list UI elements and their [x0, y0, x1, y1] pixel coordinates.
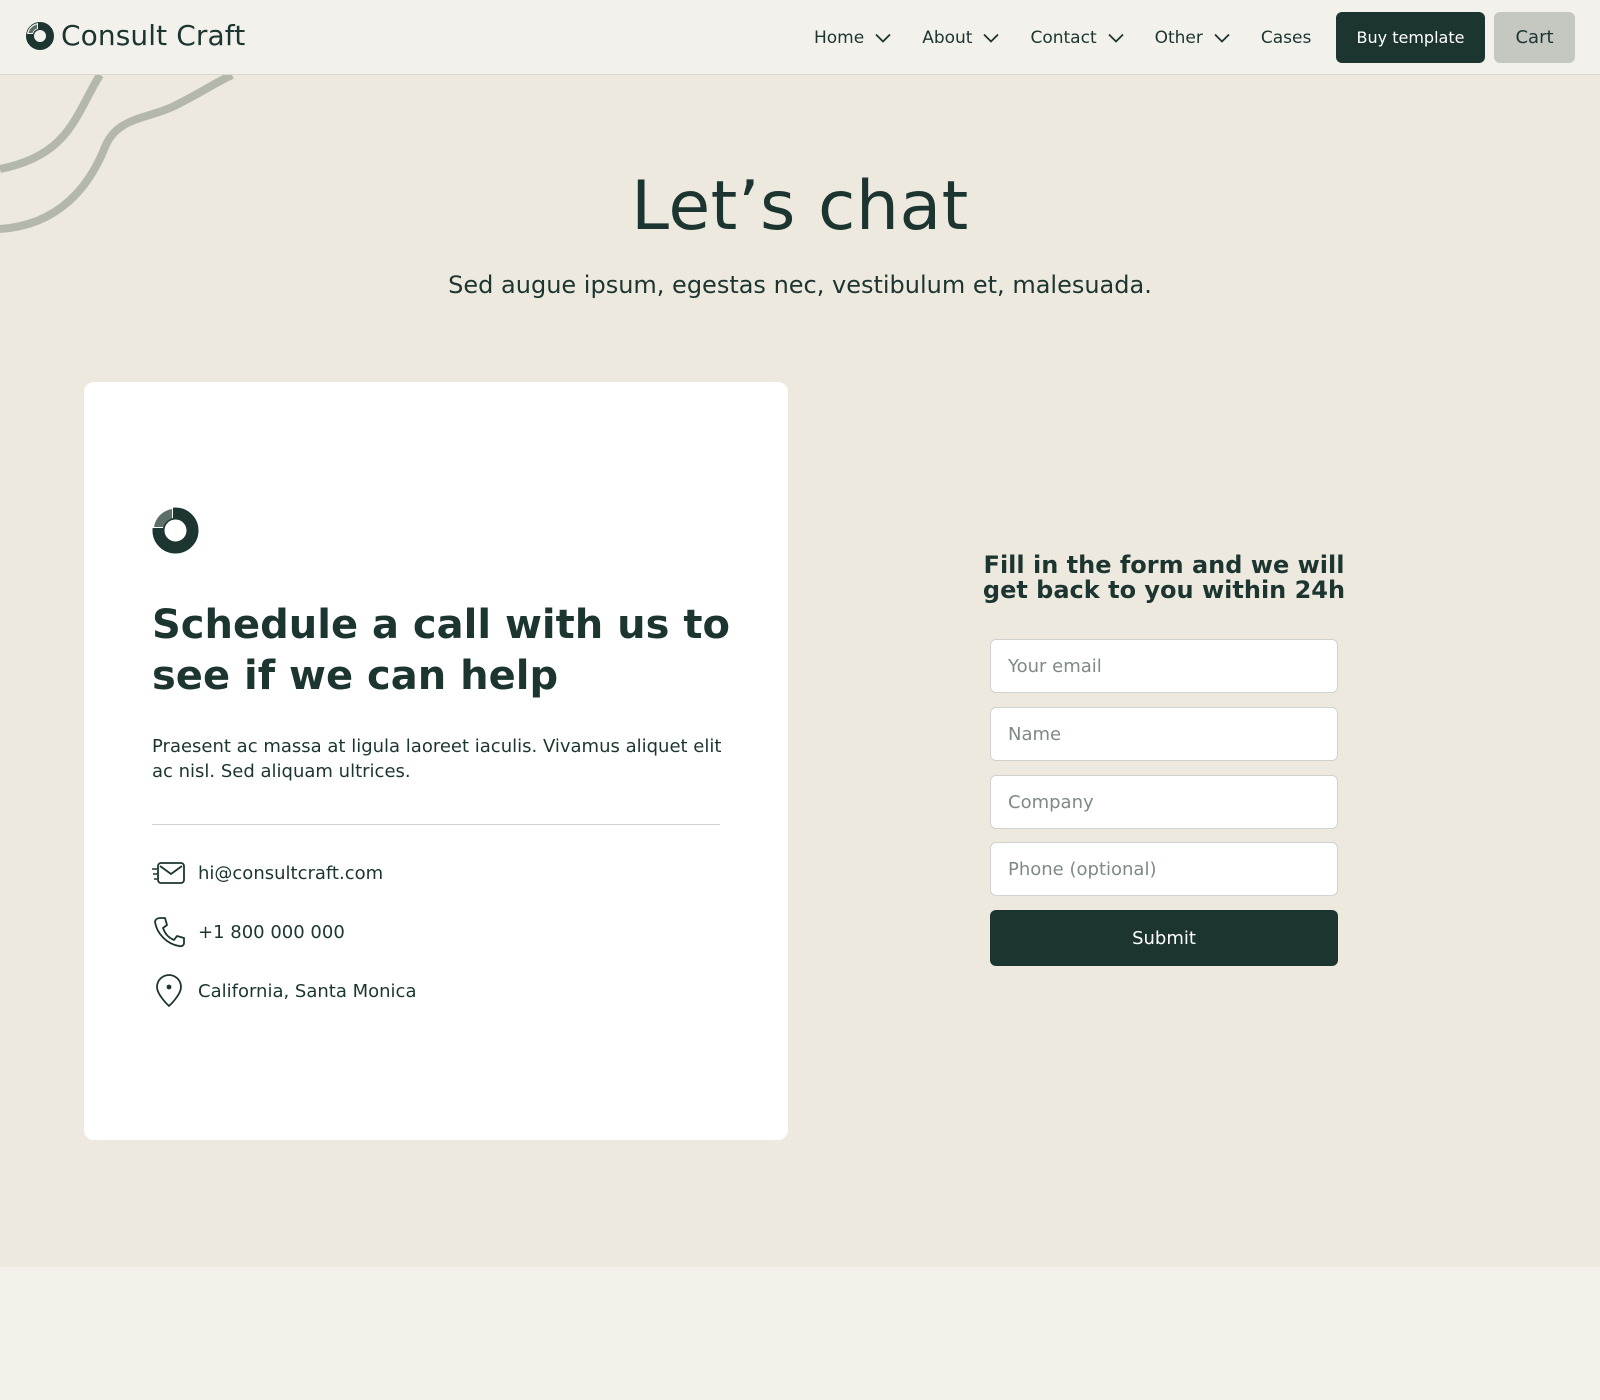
page-title: Let’s chat — [631, 167, 969, 246]
nav-item-home[interactable]: Home — [814, 28, 891, 48]
card-description: Praesent ac massa at ligula laoreet iacu… — [152, 736, 722, 782]
card-title: Schedule a call with us to see if we can… — [152, 602, 730, 699]
footer-area — [0, 1267, 1600, 1400]
brand-mark-icon — [152, 507, 199, 554]
chevron-down-icon — [1214, 33, 1230, 43]
nav-label: Cases — [1260, 27, 1312, 48]
schedule-call-card: Schedule a call with us to see if we can… — [84, 382, 788, 1140]
name-field[interactable] — [990, 707, 1338, 761]
nav-item-about[interactable]: About — [922, 27, 1000, 48]
contact-phone[interactable]: +1 800 000 000 — [152, 915, 345, 949]
site-header: Consult Craft Home About Contact Other C… — [0, 0, 1600, 75]
chevron-down-icon — [875, 33, 891, 43]
chevron-down-icon — [983, 33, 1000, 43]
main-nav: Home About Contact Other Cases — [814, 0, 1342, 75]
form-heading: Fill in the form and we will get back to… — [982, 551, 1346, 604]
contact-email[interactable]: hi@consultcraft.com — [152, 856, 383, 890]
contact-location: California, Santa Monica — [152, 974, 416, 1008]
email-field[interactable] — [990, 639, 1338, 693]
cart-button[interactable]: Cart — [1494, 12, 1575, 63]
contact-phone-text: +1 800 000 000 — [198, 921, 345, 943]
phone-icon — [152, 915, 186, 949]
brand-logo-icon — [26, 21, 54, 50]
brand-name: Consult Craft — [61, 19, 246, 52]
nav-label: Other — [1154, 27, 1203, 48]
chevron-down-icon — [1107, 33, 1124, 43]
contact-section: Let’s chat Sed augue ipsum, egestas nec,… — [0, 75, 1600, 1267]
nav-label: Contact — [1030, 27, 1097, 48]
nav-label: About — [922, 27, 973, 48]
mail-icon — [152, 856, 186, 890]
buy-template-button[interactable]: Buy template — [1336, 12, 1485, 63]
contact-location-text: California, Santa Monica — [198, 980, 417, 1002]
nav-item-other[interactable]: Other — [1155, 28, 1230, 48]
location-pin-icon — [152, 974, 186, 1008]
nav-item-cases[interactable]: Cases — [1261, 28, 1311, 48]
contact-email-text: hi@consultcraft.com — [198, 862, 384, 884]
nav-item-contact[interactable]: Contact — [1030, 27, 1124, 48]
submit-button[interactable]: Submit — [990, 910, 1338, 966]
card-divider — [152, 824, 720, 825]
page-subtitle: Sed augue ipsum, egestas nec, vestibulum… — [448, 271, 1152, 299]
brand-logo-link[interactable]: Consult Craft — [25, 19, 245, 52]
nav-label: Home — [814, 27, 865, 48]
phone-field[interactable] — [990, 842, 1338, 896]
company-field[interactable] — [990, 775, 1338, 829]
